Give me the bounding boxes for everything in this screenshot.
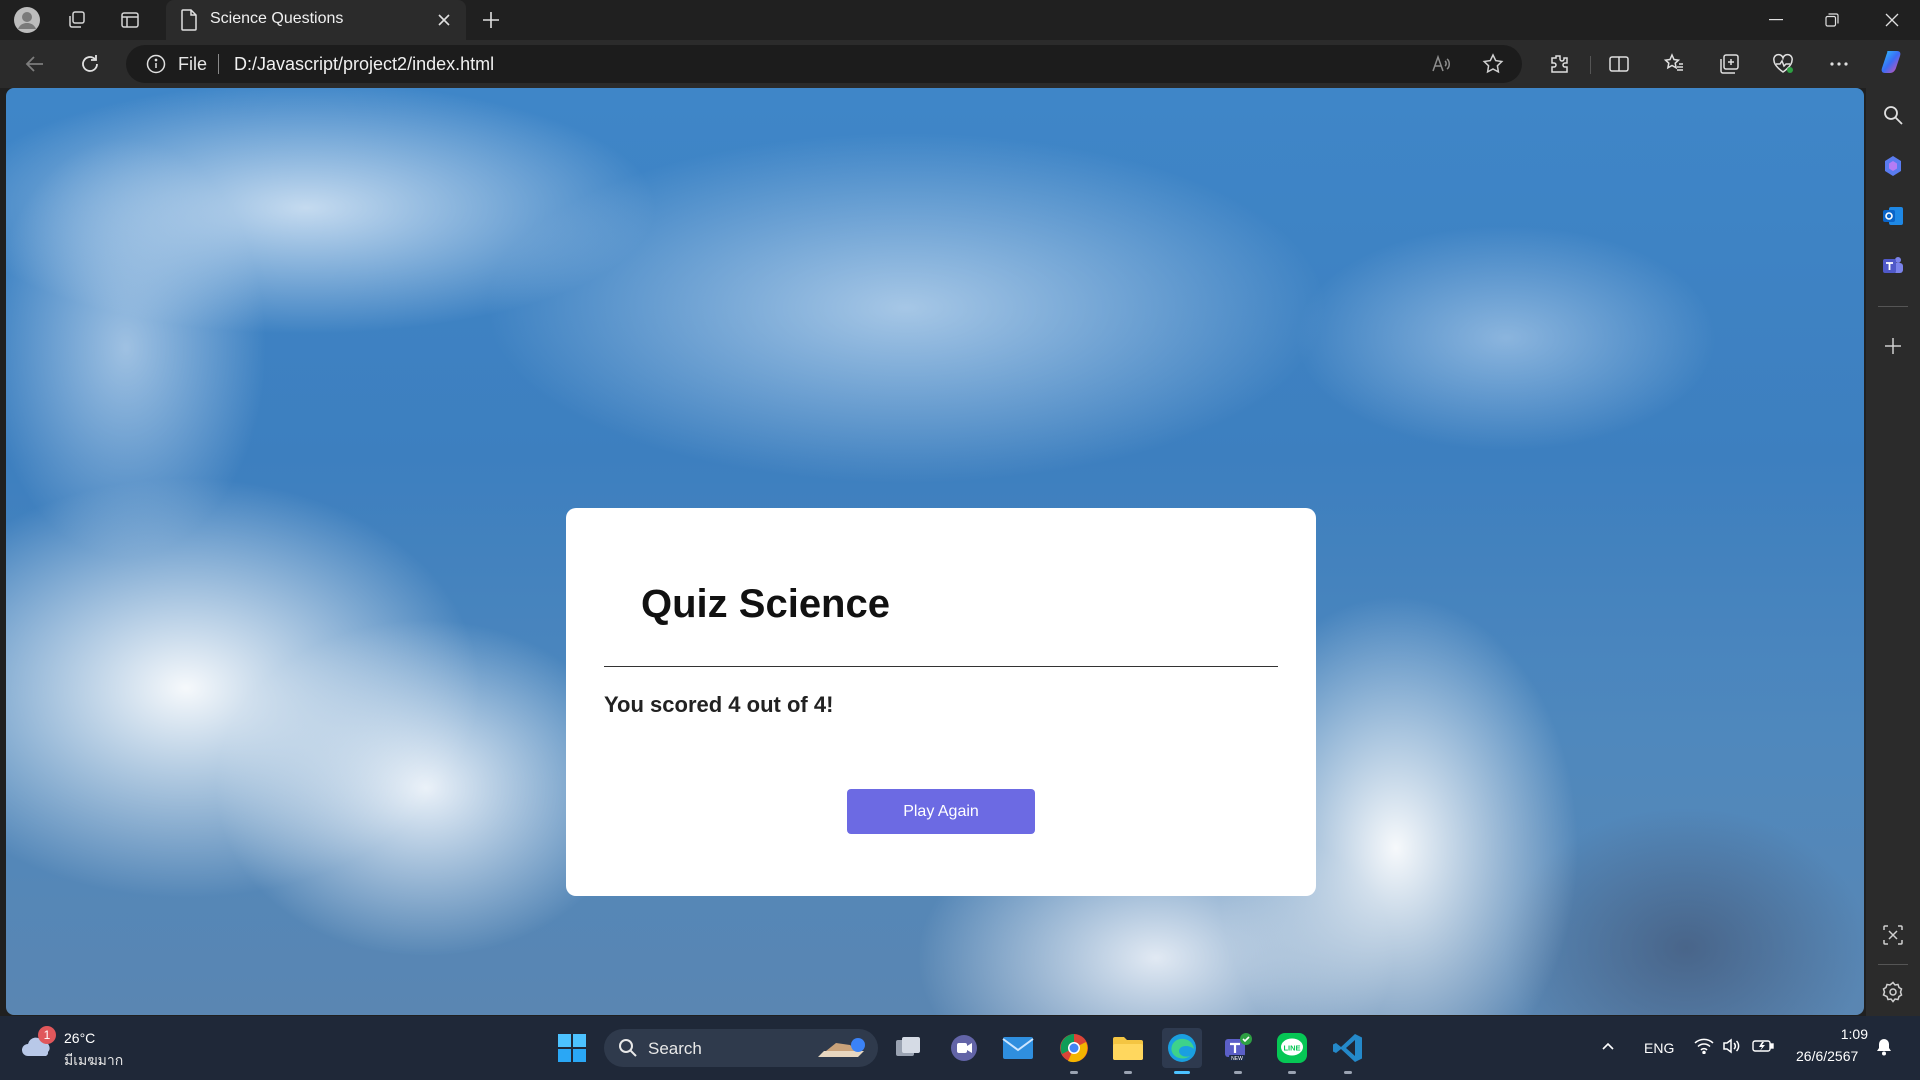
workspaces-icon[interactable] <box>60 4 94 36</box>
restore-icon[interactable] <box>1804 0 1860 40</box>
edge-active-indicator <box>1174 1071 1190 1074</box>
meet-now-icon[interactable] <box>944 1028 984 1068</box>
weather-condition: มีเมฆมาก <box>64 1052 124 1068</box>
chrome-running-indicator <box>1070 1071 1078 1074</box>
outlook-icon[interactable] <box>1881 204 1905 228</box>
file-explorer-icon[interactable] <box>1108 1028 1148 1074</box>
sidebar-search-icon[interactable] <box>1882 104 1904 126</box>
teams-new-icon[interactable]: NEW <box>1218 1028 1258 1074</box>
volume-icon[interactable] <box>1722 1038 1742 1054</box>
copilot-icon[interactable] <box>1876 46 1910 78</box>
info-icon[interactable] <box>146 54 166 74</box>
vertical-tabs-icon[interactable] <box>113 4 147 36</box>
address-separator <box>218 54 219 74</box>
windows-taskbar: 1 26°C มีเมฆมาก Search NEW LINE ENG 1:09… <box>0 1016 1920 1080</box>
browser-essentials-icon[interactable] <box>1766 48 1800 80</box>
quiz-title: Quiz Science <box>641 582 890 626</box>
notification-bell-icon[interactable] <box>1876 1038 1892 1056</box>
score-text: You scored 4 out of 4! <box>604 692 834 717</box>
page-viewport: Quiz Science You scored 4 out of 4! Play… <box>6 88 1864 1015</box>
close-tab-icon[interactable] <box>432 8 456 32</box>
sidebar-settings-gear-icon[interactable] <box>1882 981 1904 1003</box>
clock-date[interactable]: 26/6/2567 <box>1796 1048 1858 1064</box>
wifi-icon[interactable] <box>1694 1038 1714 1054</box>
sidebar-divider <box>1878 306 1908 307</box>
tab-science-questions[interactable]: Science Questions <box>166 0 466 40</box>
tab-title: Science Questions <box>210 10 344 27</box>
taskbar-search-label: Search <box>648 1039 702 1058</box>
chrome-icon[interactable] <box>1054 1028 1094 1074</box>
svg-text:LINE: LINE <box>1283 1044 1300 1053</box>
search-highlight-icon <box>814 1033 870 1063</box>
teams-icon[interactable] <box>1881 254 1905 278</box>
new-tab-icon[interactable] <box>474 4 508 36</box>
language-indicator[interactable]: ENG <box>1644 1040 1674 1056</box>
back-arrow-icon[interactable] <box>18 48 52 80</box>
sidebar-copilot-icon[interactable] <box>1881 154 1905 178</box>
screenshot-icon[interactable] <box>1882 924 1904 946</box>
weather-badge: 1 <box>38 1026 56 1044</box>
mail-icon[interactable] <box>998 1028 1038 1068</box>
explorer-running-indicator <box>1124 1071 1132 1074</box>
favorites-icon[interactable] <box>1657 48 1691 80</box>
task-view-icon[interactable] <box>888 1028 928 1068</box>
taskbar-search-icon <box>618 1038 638 1058</box>
weather-temperature: 26°C <box>64 1030 96 1046</box>
title-divider <box>604 666 1278 667</box>
more-options-icon[interactable] <box>1822 48 1856 80</box>
browser-toolbar: File D:/Javascript/project2/index.html <box>0 40 1920 88</box>
play-again-button[interactable]: Play Again <box>847 789 1035 834</box>
svg-text:NEW: NEW <box>1231 1056 1243 1062</box>
collections-icon[interactable] <box>1712 48 1746 80</box>
read-aloud-icon[interactable] <box>1430 53 1452 75</box>
sidebar-add-icon[interactable] <box>1883 336 1903 356</box>
favorite-star-icon[interactable] <box>1482 53 1504 75</box>
vscode-running-indicator <box>1344 1071 1352 1074</box>
clock-time[interactable]: 1:09 <box>1838 1026 1868 1042</box>
address-bar[interactable]: File D:/Javascript/project2/index.html <box>126 45 1522 83</box>
document-icon <box>180 9 198 31</box>
minimize-icon[interactable] <box>1748 0 1804 40</box>
show-hidden-icons-chevron-icon[interactable] <box>1600 1038 1616 1054</box>
address-url[interactable]: D:/Javascript/project2/index.html <box>234 54 494 75</box>
line-running-indicator <box>1288 1071 1296 1074</box>
browser-title-bar: Science Questions <box>0 0 1920 40</box>
split-screen-icon[interactable] <box>1602 48 1636 80</box>
refresh-icon[interactable] <box>73 48 107 80</box>
taskbar-search-box[interactable]: Search <box>604 1029 878 1067</box>
edge-sidebar <box>1866 88 1920 1016</box>
start-windows-icon[interactable] <box>552 1028 592 1068</box>
teams-running-indicator <box>1234 1071 1242 1074</box>
edge-icon[interactable] <box>1162 1028 1202 1074</box>
quiz-card: Quiz Science You scored 4 out of 4! Play… <box>566 508 1316 896</box>
battery-icon[interactable] <box>1752 1038 1774 1054</box>
line-app-icon[interactable]: LINE <box>1272 1028 1312 1074</box>
extensions-icon[interactable] <box>1542 48 1576 80</box>
sidebar-divider-bottom <box>1878 964 1908 965</box>
close-window-icon[interactable] <box>1864 0 1920 40</box>
address-scheme: File <box>178 54 208 74</box>
profile-avatar-icon[interactable] <box>10 4 44 36</box>
toolbar-separator <box>1590 56 1591 74</box>
vscode-icon[interactable] <box>1328 1028 1368 1074</box>
